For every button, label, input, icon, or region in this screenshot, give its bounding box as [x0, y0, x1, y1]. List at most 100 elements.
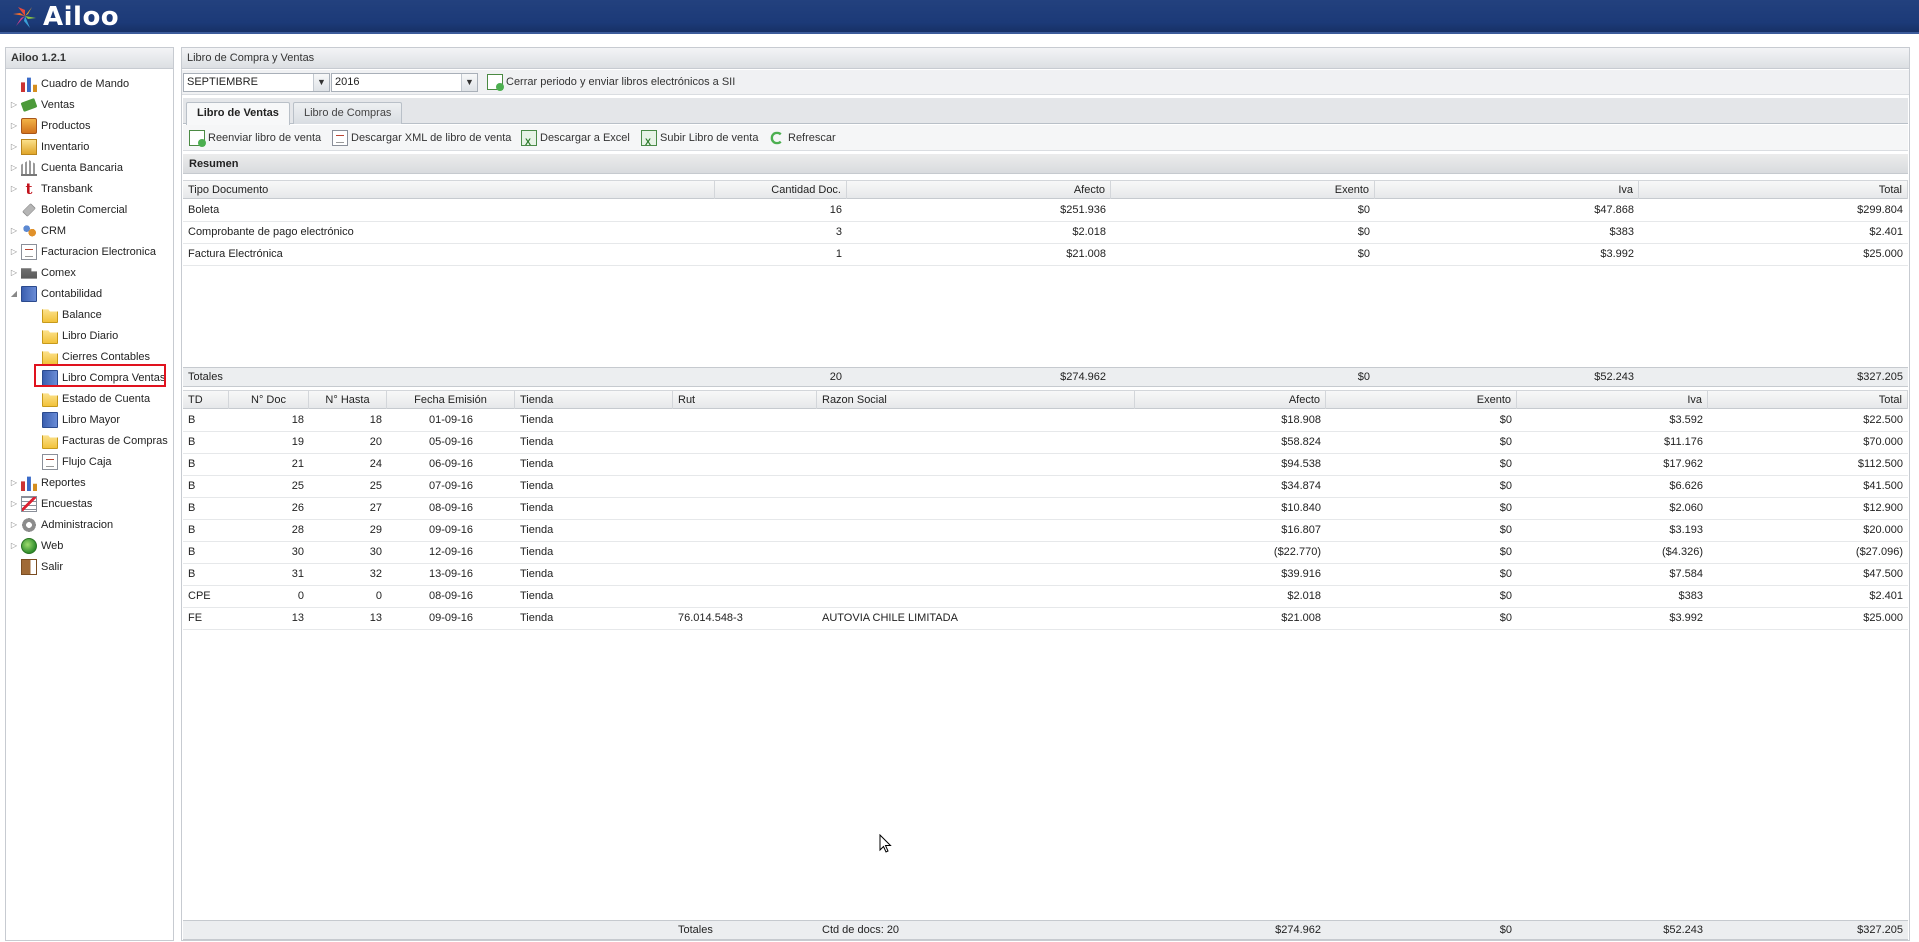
- sidebar-item-facturacion-electronica[interactable]: ▷ Facturacion Electronica: [9, 242, 158, 262]
- table-row[interactable]: B 31 32 13-09-16 Tienda $39.916 $0 $7.584 $47.50…: [183, 564, 1908, 586]
- download-xml-button[interactable]: Descargar XML de libro de venta: [332, 128, 511, 148]
- sidebar-item-crm[interactable]: ▷ CRM: [9, 221, 68, 241]
- collapsed-arrow-icon[interactable]: ▷: [9, 179, 19, 199]
- table-cell: 13: [369, 612, 382, 624]
- table-row[interactable]: B 26 27 08-09-16 Tienda $10.840 $0 $2.060 $12.90…: [183, 498, 1908, 520]
- collapsed-arrow-icon[interactable]: ▷: [9, 221, 19, 241]
- chevron-down-icon[interactable]: ▼: [461, 74, 477, 91]
- actions-toolbar: Reenviar libro de venta Descargar XML de…: [183, 125, 1908, 152]
- sidebar-item-balance[interactable]: Balance: [26, 305, 104, 325]
- collapsed-arrow-icon[interactable]: ▷: [9, 242, 19, 262]
- table-row[interactable]: CPE 0 0 08-09-16 Tienda $2.018 $0 $383 $2.401: [183, 586, 1908, 608]
- table-row[interactable]: B 21 24 06-09-16 Tienda $94.538 $0 $17.962 $112.…: [183, 454, 1908, 476]
- detail-column-header[interactable]: N° Doc: [229, 391, 309, 409]
- close-period-button[interactable]: Cerrar periodo y enviar libros electróni…: [487, 72, 735, 92]
- sidebar-item-encuestas[interactable]: ▷ Encuestas: [9, 494, 94, 514]
- sidebar-item-comex[interactable]: ▷ Comex: [9, 263, 78, 283]
- summary-column-header[interactable]: Tipo Documento: [183, 181, 715, 199]
- sidebar-item-salir[interactable]: Salir: [9, 557, 65, 577]
- app-logo[interactable]: Ailoo: [10, 2, 119, 32]
- detail-column-header[interactable]: Fecha Emisión: [387, 391, 515, 409]
- collapsed-arrow-icon[interactable]: ▷: [9, 95, 19, 115]
- sidebar-item-libro-mayor[interactable]: Libro Mayor: [26, 410, 122, 430]
- gear-icon: [21, 517, 37, 533]
- collapsed-arrow-icon[interactable]: ▷: [9, 473, 19, 493]
- total-afecto: $274.962: [1275, 924, 1321, 936]
- sidebar-item-cuenta-bancaria[interactable]: ▷ Cuenta Bancaria: [9, 158, 125, 178]
- summary-column-header[interactable]: Afecto: [847, 181, 1111, 199]
- sidebar-item-web[interactable]: ▷ Web: [9, 536, 65, 556]
- upload-sales-book-button[interactable]: Subir Libro de venta: [641, 128, 758, 152]
- tab-libro-ventas[interactable]: Libro de Ventas: [186, 102, 290, 125]
- detail-column-header[interactable]: Iva: [1517, 391, 1708, 409]
- sidebar-item-administracion[interactable]: ▷ Administracion: [9, 515, 115, 535]
- sidebar-item-contabilidad[interactable]: ◢ Contabilidad: [9, 284, 104, 304]
- download-excel-button[interactable]: Descargar a Excel: [521, 128, 630, 152]
- table-cell: Tienda: [520, 524, 554, 536]
- sidebar-item-label: Contabilidad: [41, 288, 103, 300]
- detail-column-header[interactable]: TD: [183, 391, 229, 409]
- month-select[interactable]: SEPTIEMBRE ▼: [183, 73, 330, 92]
- table-row[interactable]: B 18 18 01-09-16 Tienda $18.908 $0 $3.592 $22.50…: [183, 410, 1908, 432]
- refresh-button[interactable]: Refrescar: [769, 128, 836, 148]
- table-cell: [817, 498, 1135, 519]
- sidebar-item-label: Ventas: [41, 99, 75, 111]
- sidebar-item-estado-de-cuenta[interactable]: Estado de Cuenta: [26, 389, 152, 409]
- detail-column-header[interactable]: Razon Social: [817, 391, 1135, 409]
- detail-column-header[interactable]: Tienda: [515, 391, 673, 409]
- detail-column-header[interactable]: Rut: [673, 391, 817, 409]
- table-cell: CPE: [188, 590, 211, 602]
- sidebar-item-libro-diario[interactable]: Libro Diario: [26, 326, 120, 346]
- summary-column-header[interactable]: Total: [1639, 181, 1908, 199]
- summary-cell: Comprobante de pago electrónico: [188, 226, 354, 238]
- sidebar-item-boletin-comercial[interactable]: Boletin Comercial: [9, 200, 129, 220]
- table-row[interactable]: B 30 30 12-09-16 Tienda ($22.770) $0 ($4.326) ($…: [183, 542, 1908, 564]
- table-cell: $70.000: [1863, 436, 1903, 448]
- collapsed-arrow-icon[interactable]: ▷: [9, 158, 19, 178]
- sidebar-item-productos[interactable]: ▷ Productos: [9, 116, 93, 136]
- collapsed-arrow-icon[interactable]: ▷: [9, 137, 19, 157]
- accounting-book-icon: [21, 286, 37, 302]
- summary-row[interactable]: Boleta 16 $251.936 $0 $47.868 $299.804: [183, 200, 1908, 222]
- inventory-box-icon: [21, 139, 37, 155]
- summary-column-header[interactable]: Cantidad Doc.: [715, 181, 847, 199]
- table-row[interactable]: B 25 25 07-09-16 Tienda $34.874 $0 $6.626 $41.50…: [183, 476, 1908, 498]
- sidebar-item-ventas[interactable]: ▷ Ventas: [9, 95, 77, 115]
- table-cell: [817, 410, 1135, 431]
- year-select[interactable]: 2016 ▼: [331, 73, 478, 92]
- table-row[interactable]: B 19 20 05-09-16 Tienda $58.824 $0 $11.176 $70.0…: [183, 432, 1908, 454]
- collapsed-arrow-icon[interactable]: ▷: [9, 494, 19, 514]
- resend-sales-book-button[interactable]: Reenviar libro de venta: [189, 128, 321, 148]
- sidebar-item-inventario[interactable]: ▷ Inventario: [9, 137, 91, 157]
- summary-column-header[interactable]: Exento: [1111, 181, 1375, 199]
- table-cell: 20: [369, 436, 382, 448]
- resend-icon: [189, 130, 206, 147]
- sidebar-item-facturas-de-compras[interactable]: Facturas de Compras: [26, 431, 170, 451]
- collapsed-arrow-icon[interactable]: ▷: [9, 515, 19, 535]
- table-cell: [673, 586, 817, 607]
- expanded-arrow-icon[interactable]: ◢: [9, 284, 19, 304]
- sidebar-item-cuadro-de-mando[interactable]: Cuadro de Mando: [9, 74, 131, 94]
- sidebar-item-reportes[interactable]: ▷ Reportes: [9, 473, 88, 493]
- summary-column-header[interactable]: Iva: [1375, 181, 1639, 199]
- summary-row[interactable]: Factura Electrónica 1 $21.008 $0 $3.992 $25.0…: [183, 244, 1908, 266]
- sidebar-item-label: Boletin Comercial: [41, 204, 128, 216]
- summary-row[interactable]: Comprobante de pago electrónico 3 $2.018 $0…: [183, 222, 1908, 244]
- table-cell: 29: [369, 524, 382, 536]
- chevron-down-icon[interactable]: ▼: [313, 74, 329, 91]
- sidebar-item-flujo-caja[interactable]: Flujo Caja: [26, 452, 114, 472]
- detail-column-header[interactable]: N° Hasta: [309, 391, 387, 409]
- detail-column-header[interactable]: Afecto: [1135, 391, 1326, 409]
- collapsed-arrow-icon[interactable]: ▷: [9, 116, 19, 136]
- collapsed-arrow-icon[interactable]: ▷: [9, 536, 19, 556]
- table-cell: $383: [1678, 590, 1703, 602]
- table-cell: 19: [291, 436, 304, 448]
- collapsed-arrow-icon[interactable]: ▷: [9, 263, 19, 283]
- sidebar-item-transbank[interactable]: ▷ t Transbank: [9, 179, 95, 199]
- table-cell: $0: [1499, 458, 1512, 470]
- table-row[interactable]: FE 13 13 09-09-16 Tienda 76.014.548-3 AUTOVIA …: [183, 608, 1908, 630]
- detail-column-header[interactable]: Exento: [1326, 391, 1517, 409]
- tab-libro-compras[interactable]: Libro de Compras: [293, 102, 403, 124]
- detail-column-header[interactable]: Total: [1708, 391, 1908, 409]
- table-row[interactable]: B 28 29 09-09-16 Tienda $16.807 $0 $3.193 $20.00…: [183, 520, 1908, 542]
